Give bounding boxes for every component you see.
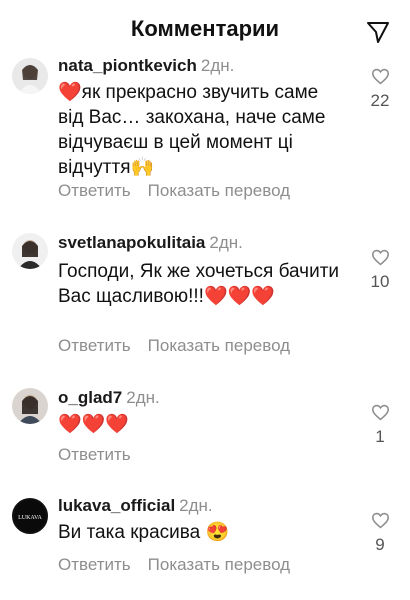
comment-time: 2дн. <box>126 388 160 407</box>
avatar-logo-text: LUKAVA <box>18 515 42 521</box>
comment-time: 2дн. <box>200 56 235 75</box>
comment-item: LUKAVA lukava_official 2дн. Ви така краси… <box>0 488 410 596</box>
translate-button[interactable]: Показать перевод <box>148 336 290 355</box>
reply-button[interactable]: Ответить <box>58 181 131 200</box>
comment-text: ❤️як прекрасно звучить саме від Вас… зак… <box>58 82 326 178</box>
reply-button[interactable]: Ответить <box>58 336 131 355</box>
translate-button[interactable]: Показать перевод <box>148 181 290 200</box>
comment-username[interactable]: lukava_official 2дн. <box>58 496 213 516</box>
heart-outline-icon[interactable] <box>371 68 390 85</box>
comment-text: ❤️❤️❤️ <box>58 414 129 435</box>
heart-outline-icon[interactable] <box>371 249 390 266</box>
avatar[interactable] <box>12 388 48 424</box>
translate-button[interactable]: Показать перевод <box>148 555 290 574</box>
avatar[interactable]: LUKAVA <box>12 498 48 534</box>
send-icon[interactable] <box>366 20 390 44</box>
comment-time: 2дн. <box>209 233 243 252</box>
like-button[interactable]: 22 <box>362 68 398 111</box>
avatar[interactable] <box>12 58 48 94</box>
comment-username[interactable]: svetlanapokulitaia 2дн. <box>58 233 243 253</box>
page-title: Комментарии <box>130 16 280 41</box>
reply-button[interactable]: Ответить <box>58 555 131 574</box>
like-count: 10 <box>370 272 390 291</box>
like-count: 22 <box>370 91 390 110</box>
comment-actions: Ответить Показать перевод <box>58 181 290 201</box>
comment-actions: Ответить <box>58 445 131 465</box>
comment-actions: Ответить Показать перевод <box>58 336 290 356</box>
like-button[interactable]: 1 <box>362 404 398 447</box>
like-count: 9 <box>375 535 385 554</box>
comment-username[interactable]: o_glad7 2дн. <box>58 388 160 408</box>
comment-item: o_glad7 2дн. ❤️❤️❤️ Ответить 1 <box>0 380 410 470</box>
avatar[interactable] <box>12 233 48 269</box>
like-button[interactable]: 10 <box>362 249 398 292</box>
comment-username[interactable]: nata_piontkevich 2дн. <box>58 56 234 76</box>
reply-button[interactable]: Ответить <box>58 445 131 464</box>
comment-item: nata_piontkevich 2дн. ❤️як прекрасно звуч… <box>0 50 410 210</box>
heart-outline-icon[interactable] <box>371 512 390 529</box>
like-count: 1 <box>375 427 385 446</box>
comment-text: Господи, Як же хочеться бачити Вас щасли… <box>58 261 340 307</box>
comment-text: Ви така красива 😍 <box>58 522 230 543</box>
like-button[interactable]: 9 <box>362 512 398 555</box>
comment-time: 2дн. <box>179 496 213 515</box>
comment-item: svetlanapokulitaia 2дн. Господи, Як же хо… <box>0 225 410 365</box>
comment-actions: Ответить Показать перевод <box>58 555 290 575</box>
heart-outline-icon[interactable] <box>371 404 390 421</box>
